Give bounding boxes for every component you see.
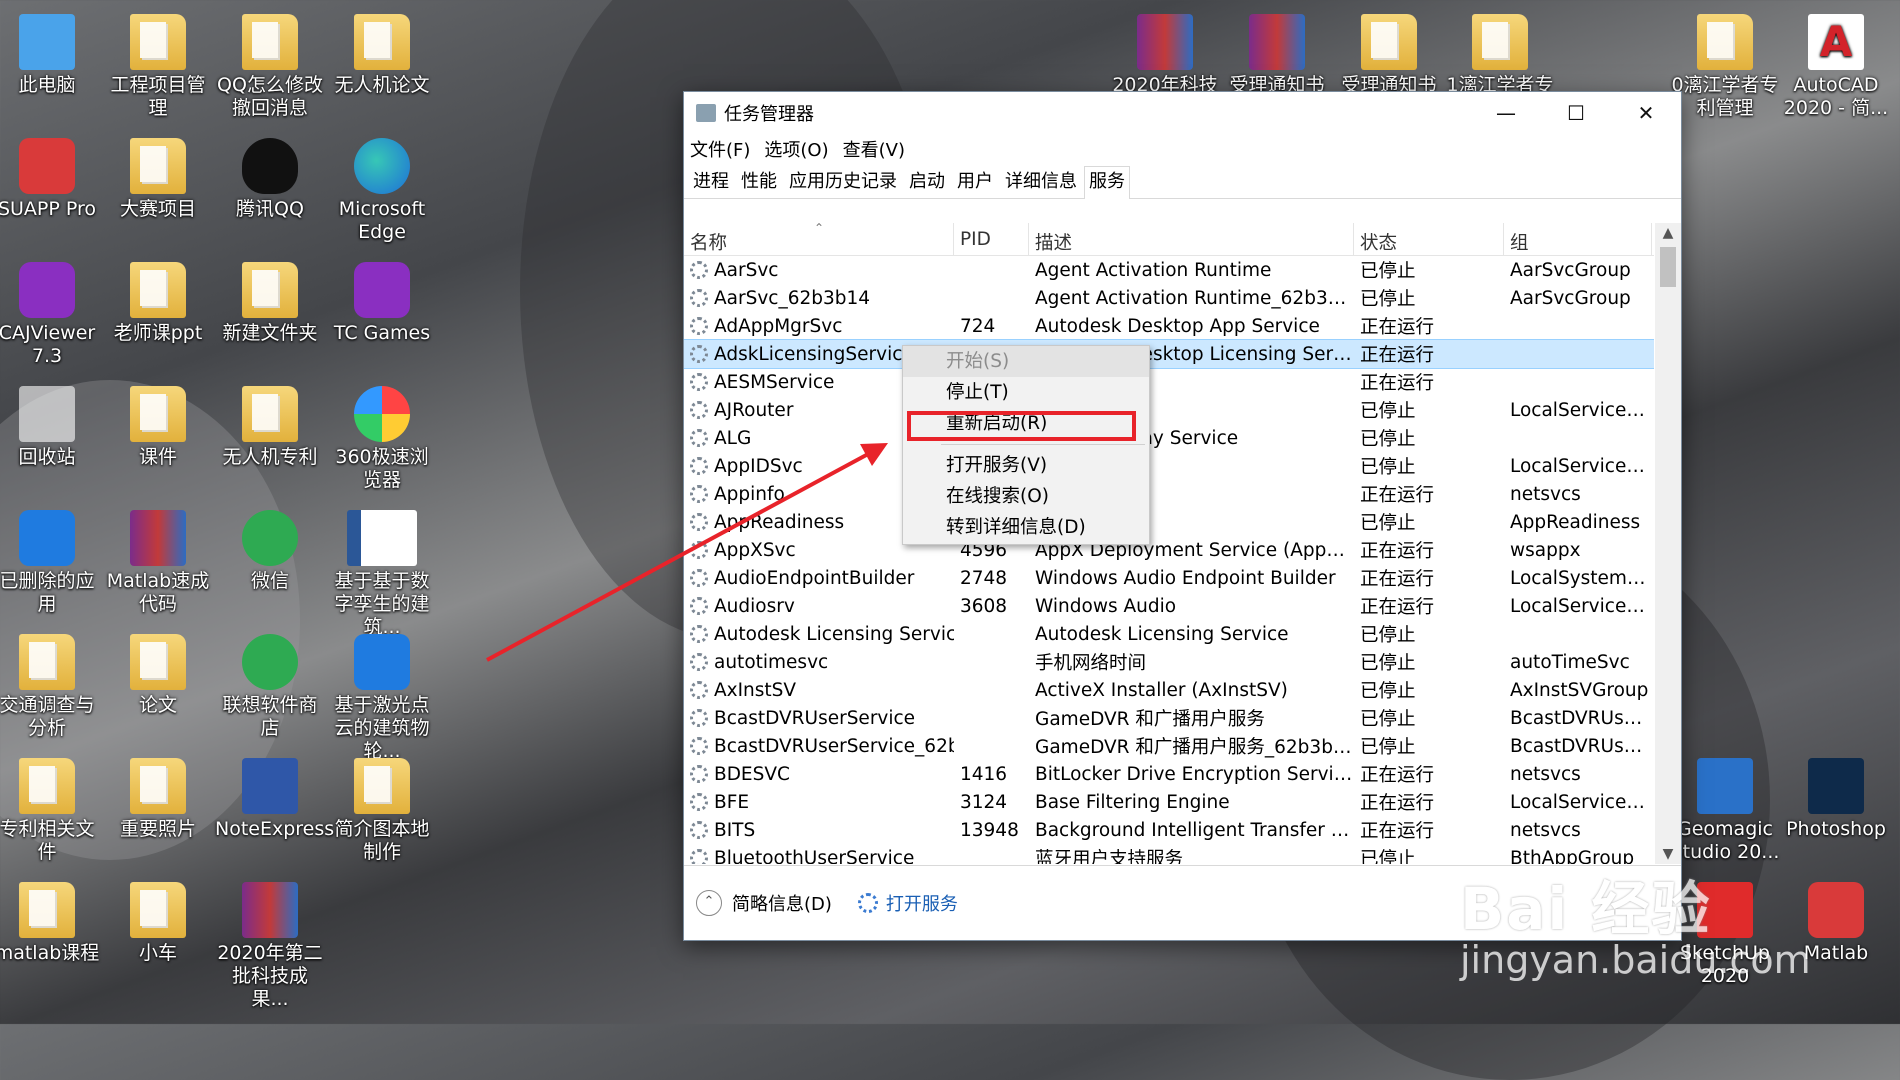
baidu-watermark-logo: Bai 经验 — [1460, 875, 1712, 943]
baidu-watermark-url: jingyan.baidu.com — [1460, 938, 1811, 982]
